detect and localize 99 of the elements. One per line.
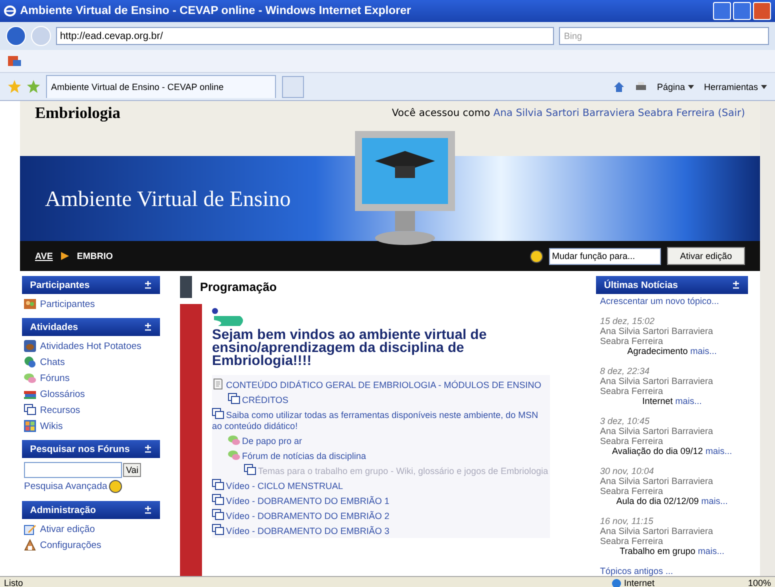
star-icon[interactable] xyxy=(8,80,21,93)
news-subject: Avaliação do dia 09/12 mais... xyxy=(611,446,733,456)
banner-title: Ambiente Virtual de Ensino xyxy=(45,186,291,212)
add-topic-link[interactable]: Acrescentar um novo tópico... xyxy=(600,296,744,306)
forum-icon xyxy=(228,449,240,461)
block-title: Participantes xyxy=(30,280,90,290)
breadcrumb-current: EMBRIO xyxy=(76,251,113,261)
news-date: 30 nov, 10:04 xyxy=(600,466,655,476)
logo-icon xyxy=(212,308,246,328)
news-author: Ana Silvia Sartori Barraviera Seabra Ferreira xyxy=(600,426,714,446)
address-field[interactable]: http://ead.cevap.org.br/ xyxy=(56,27,554,45)
more-link[interactable]: mais... xyxy=(701,496,728,506)
collapse-icon[interactable] xyxy=(144,323,152,331)
collapse-icon[interactable] xyxy=(144,445,152,453)
browser-tab[interactable]: Ambiente Virtual de Ensino - CEVAP online xyxy=(46,75,276,98)
people-icon xyxy=(24,298,36,310)
course-title: Embriologia xyxy=(35,105,120,124)
back-button[interactable] xyxy=(6,26,26,46)
globe-icon xyxy=(612,578,621,587)
course-link[interactable]: CONTEÚDO DIDÁTICO GERAL DE EMBRIOLOGIA - MÓDULOS DE ENSINO xyxy=(212,377,550,392)
news-date: 16 nov, 11:15 xyxy=(600,516,654,526)
zone-text: Internet xyxy=(624,578,654,587)
home-icon[interactable] xyxy=(612,80,625,92)
news-author: Ana Silvia Sartori Barraviera Seabra Ferreira xyxy=(600,526,714,546)
role-dropdown[interactable]: Mudar função para... xyxy=(548,248,661,264)
resource-icon xyxy=(24,404,36,416)
block-link[interactable]: Chats xyxy=(24,356,158,368)
more-link[interactable]: mais... xyxy=(690,346,717,356)
arrow-icon xyxy=(60,252,69,260)
more-link[interactable]: mais... xyxy=(675,396,702,406)
news-subject: Trabalho em grupo mais... xyxy=(618,546,726,556)
edit-icon xyxy=(24,523,36,535)
caret-icon xyxy=(761,84,767,88)
block-title: Últimas Notícias xyxy=(604,280,678,290)
block-link[interactable]: Glossários xyxy=(24,388,158,400)
news-date: 3 dez, 10:45 xyxy=(600,416,651,426)
block-link[interactable]: Configurações xyxy=(24,539,158,551)
user-link[interactable]: Ana Silvia Sartori Barraviera Seabra Ferreira xyxy=(493,108,715,119)
section-title: Programação xyxy=(200,280,277,294)
edit-mode-button[interactable]: Ativar edição xyxy=(666,247,745,265)
news-date: 15 dez, 15:02 xyxy=(600,316,656,326)
block-title: Administração xyxy=(30,504,96,516)
course-link[interactable]: Vídeo - CICLO MENSTRUAL xyxy=(212,478,550,493)
maximize-button[interactable] xyxy=(733,2,751,20)
news-subject: Internet mais... xyxy=(641,396,703,406)
go-button[interactable]: Vai xyxy=(123,463,142,477)
forum-icon xyxy=(228,434,240,446)
forum-icon xyxy=(24,372,36,384)
news-subject: Agradecimento mais... xyxy=(626,346,718,356)
section-marker xyxy=(180,276,192,298)
course-link[interactable]: CRÉDITOS xyxy=(212,392,550,407)
scrollbar[interactable] xyxy=(760,101,775,576)
news-author: Ana Silvia Sartori Barraviera Seabra Ferreira xyxy=(600,326,714,346)
browser-logo-icon xyxy=(4,5,16,17)
course-link[interactable]: Vídeo - DOBRAMENTO DO EMBRIÃO 3 xyxy=(212,523,550,538)
block-link[interactable]: Participantes xyxy=(24,298,158,310)
course-link[interactable]: Vídeo - DOBRAMENTO DO EMBRIÃO 2 xyxy=(212,508,550,523)
block-link[interactable]: Atividades Hot Potatoes xyxy=(24,340,158,352)
logout-link[interactable]: (Sair) xyxy=(718,108,745,119)
wiki-icon xyxy=(24,420,36,432)
chat-icon xyxy=(24,356,36,368)
course-link[interactable]: Saiba como utilizar todas as ferramentas disponíveis neste ambiente, do MSN ao conteúdo didático! xyxy=(212,407,550,433)
resource-icon xyxy=(228,393,240,405)
block-link[interactable]: Wikis xyxy=(24,420,158,432)
advanced-search-link[interactable]: Pesquisa Avançada xyxy=(24,481,108,492)
resource-icon xyxy=(244,464,256,476)
collapse-icon[interactable] xyxy=(732,281,740,289)
help-icon[interactable] xyxy=(109,480,122,493)
more-link[interactable]: mais... xyxy=(698,546,724,556)
breadcrumb-link[interactable]: AVE xyxy=(35,251,53,261)
window-title: Ambiente Virtual de Ensino - CEVAP online - Windows Internet Explorer xyxy=(20,5,411,17)
block-link[interactable]: Fóruns xyxy=(24,372,158,384)
zoom-level[interactable]: 100% xyxy=(748,578,771,587)
help-icon[interactable] xyxy=(530,250,543,262)
block-link[interactable]: Ativar edição xyxy=(24,523,158,535)
course-link[interactable]: Vídeo - DOBRAMENTO DO EMBRIÃO 1 xyxy=(212,493,550,508)
block-title: Atividades xyxy=(30,322,78,332)
news-date: 8 dez, 22:34 xyxy=(600,366,651,376)
block-title: Pesquisar nos Fóruns xyxy=(30,444,130,454)
command-button[interactable]: Página xyxy=(656,82,694,92)
older-topics-link[interactable]: Tópicos antigos ... xyxy=(600,566,744,576)
welcome-heading: Sejam bem vindos ao ambiente virtual de ensino/aprendizagem da disciplina de Embriologia!!!! xyxy=(212,328,488,367)
more-link[interactable]: mais... xyxy=(705,446,732,456)
close-button[interactable] xyxy=(753,2,771,20)
glossary-icon xyxy=(24,388,36,400)
status-text: Listo xyxy=(4,578,24,587)
command-button[interactable]: Herramientas xyxy=(704,82,767,92)
minimize-button[interactable] xyxy=(713,2,731,20)
course-link[interactable]: De papo pro ar xyxy=(212,433,550,448)
course-link[interactable]: Fórum de notícias da disciplina xyxy=(212,448,550,463)
news-author: Ana Silvia Sartori Barraviera Seabra Ferreira xyxy=(600,476,714,496)
printer-icon[interactable] xyxy=(634,80,647,92)
caret-icon xyxy=(688,84,694,88)
search-input[interactable] xyxy=(24,462,122,478)
collapse-icon[interactable] xyxy=(144,506,152,514)
block-link[interactable]: Recursos xyxy=(24,404,158,416)
news-author: Ana Silvia Sartori Barraviera Seabra Ferreira xyxy=(600,376,714,396)
news-subject: Aula do dia 02/12/09 mais... xyxy=(615,496,729,506)
collapse-icon[interactable] xyxy=(144,281,152,289)
